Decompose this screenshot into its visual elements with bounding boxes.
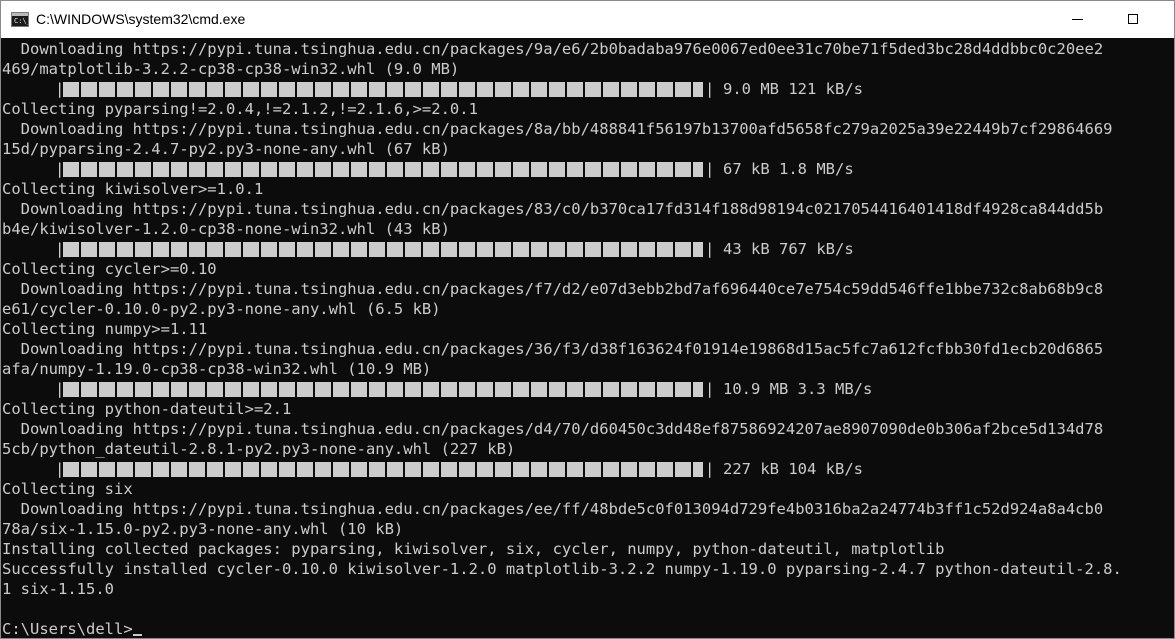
download-stats: 10.9 MB 3.3 MB/s	[723, 380, 873, 398]
console-line: 5cb/python_dateutil-2.8.1-py2.py3-none-a…	[2, 440, 516, 458]
vertical-scrollbar[interactable]	[1157, 38, 1174, 638]
download-stats: 43 kB 767 kB/s	[723, 240, 854, 258]
console-line: Downloading https://pypi.tuna.tsinghua.e…	[2, 340, 1104, 358]
console-output[interactable]: Downloading https://pypi.tuna.tsinghua.e…	[1, 38, 1174, 638]
progress-bar-right-edge: |	[705, 160, 715, 178]
progress-bar-fill	[63, 242, 703, 257]
progress-bar-fill	[63, 382, 703, 397]
progress-bar-track	[63, 242, 703, 257]
console-line: 1 six-1.15.0	[2, 580, 114, 598]
progress-bar-track	[63, 382, 703, 397]
cmd-app-icon[interactable]: C:\_	[11, 12, 29, 27]
progress-bar-line: | | 67 kB 1.8 MB/s	[2, 159, 1174, 179]
console-line: b4e/kiwisolver-1.2.0-cp38-none-win32.whl…	[2, 220, 450, 238]
console-line: Collecting numpy>=1.11	[2, 320, 208, 338]
console-line: 469/matplotlib-3.2.2-cp38-cp38-win32.whl…	[2, 60, 460, 78]
console-line: Collecting python-dateutil>=2.1	[2, 400, 292, 418]
command-prompt: C:\Users\dell>	[2, 620, 133, 638]
console-line: Collecting six	[2, 480, 133, 498]
minimize-button[interactable]	[1055, 1, 1101, 38]
command-prompt-line[interactable]: C:\Users\dell>	[2, 619, 1174, 638]
app-icon-prompt: C:\_	[14, 17, 28, 25]
console-line: Collecting pyparsing!=2.0.4,!=2.1.2,!=2.…	[2, 100, 478, 118]
progress-bar-line: | | 10.9 MB 3.3 MB/s	[2, 379, 1174, 399]
cmd-window: C:\_ C:\WINDOWS\system32\cmd.exe Downloa…	[0, 0, 1175, 639]
progress-bar-fill	[63, 162, 703, 177]
download-stats: 227 kB 104 kB/s	[723, 460, 863, 478]
console-line: Downloading https://pypi.tuna.tsinghua.e…	[2, 120, 1113, 138]
progress-bar-fill	[63, 82, 703, 97]
progress-bar-line: | | 227 kB 104 kB/s	[2, 459, 1174, 479]
console-line: afa/numpy-1.19.0-cp38-cp38-win32.whl (10…	[2, 360, 432, 378]
console-line: 78a/six-1.15.0-py2.py3-none-any.whl (10 …	[2, 520, 404, 538]
console-line: 15d/pyparsing-2.4.7-py2.py3-none-any.whl…	[2, 140, 450, 158]
console-line: Downloading https://pypi.tuna.tsinghua.e…	[2, 500, 1104, 518]
console-line: Downloading https://pypi.tuna.tsinghua.e…	[2, 280, 1104, 298]
maximize-icon	[1128, 14, 1138, 24]
console-line: Downloading https://pypi.tuna.tsinghua.e…	[2, 420, 1104, 438]
console-line: Downloading https://pypi.tuna.tsinghua.e…	[2, 200, 1104, 218]
console-line: Successfully installed cycler-0.10.0 kiw…	[2, 560, 1122, 578]
window-title: C:\WINDOWS\system32\cmd.exe	[36, 11, 246, 27]
console-line: e61/cycler-0.10.0-py2.py3-none-any.whl (…	[2, 300, 441, 318]
text-cursor	[132, 634, 142, 636]
download-stats: 67 kB 1.8 MB/s	[723, 160, 854, 178]
progress-bar-line: | | 43 kB 767 kB/s	[2, 239, 1174, 259]
progress-bar-right-edge: |	[705, 460, 715, 478]
console-line: Installing collected packages: pyparsing…	[2, 540, 945, 558]
progress-bar-right-edge: |	[705, 240, 715, 258]
console-line: Downloading https://pypi.tuna.tsinghua.e…	[2, 40, 1104, 58]
progress-bar-track	[63, 162, 703, 177]
console-lines: Downloading https://pypi.tuna.tsinghua.e…	[2, 39, 1174, 638]
progress-bar-line: | | 9.0 MB 121 kB/s	[2, 79, 1174, 99]
progress-bar-track	[63, 82, 703, 97]
progress-bar-right-edge: |	[705, 380, 715, 398]
progress-bar-right-edge: |	[705, 80, 715, 98]
console-line: Collecting cycler>=0.10	[2, 260, 217, 278]
console-line: Collecting kiwisolver>=1.0.1	[2, 180, 264, 198]
maximize-button[interactable]	[1111, 1, 1157, 38]
progress-bar-fill	[63, 462, 703, 477]
progress-bar-track	[63, 462, 703, 477]
title-bar[interactable]: C:\_ C:\WINDOWS\system32\cmd.exe	[1, 1, 1174, 38]
download-stats: 9.0 MB 121 kB/s	[723, 80, 863, 98]
minimize-icon	[1072, 19, 1083, 20]
